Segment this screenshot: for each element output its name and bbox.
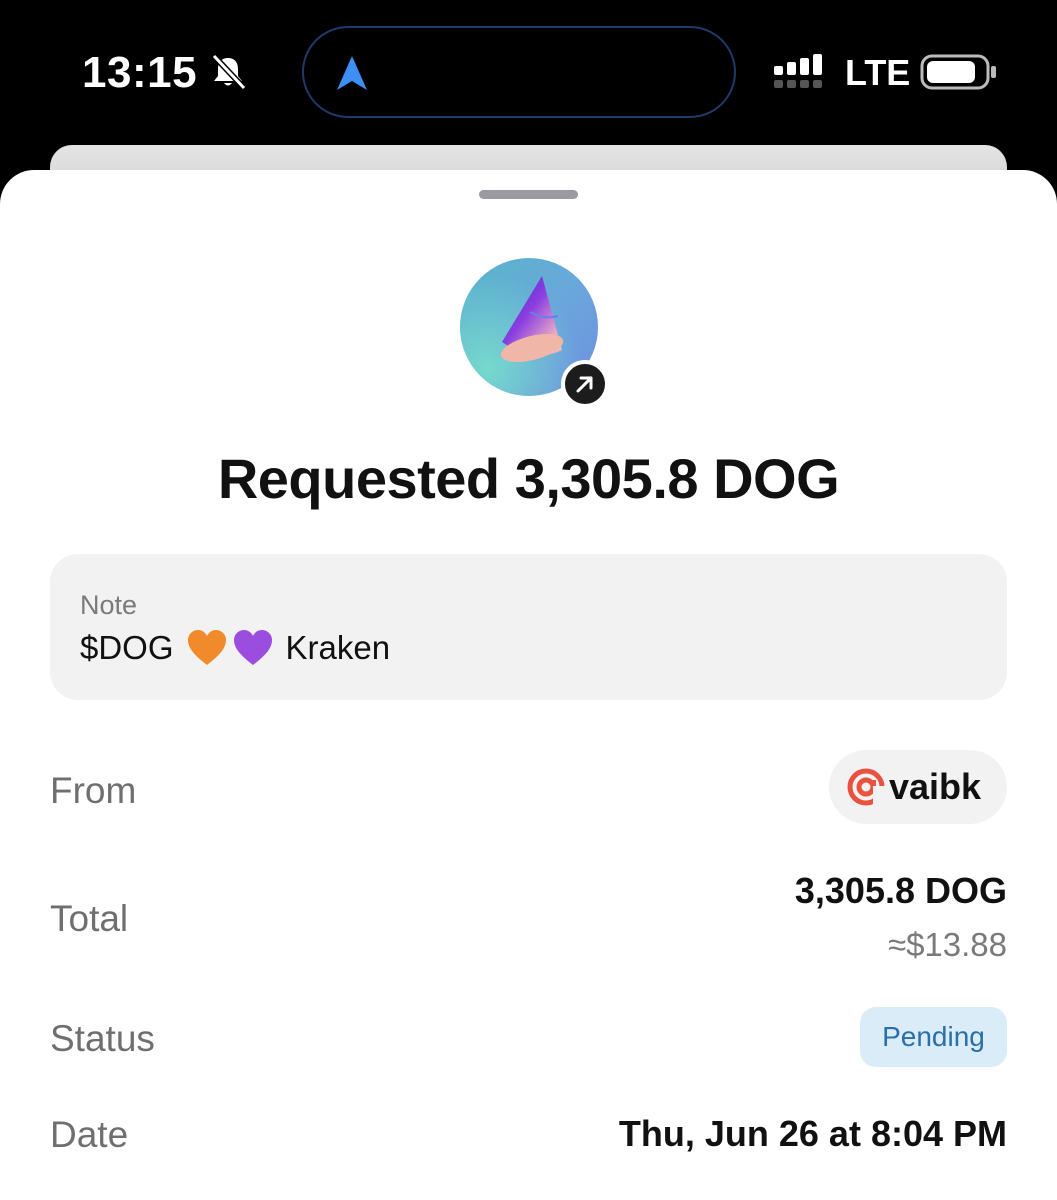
note-text: $DOG Kraken [80, 628, 390, 668]
status-badge: Pending [860, 1007, 1007, 1067]
from-user-pill[interactable]: vaibk [829, 750, 1007, 824]
status-badge-text: Pending [882, 1021, 985, 1052]
cellular-signal-icon [774, 54, 822, 88]
purple-heart-icon [233, 630, 272, 665]
status-label: Status [50, 1018, 155, 1059]
network-type: LTE [845, 52, 911, 93]
transaction-detail-sheet: Requested 3,305.8 DOG Note $DOG Kraken F… [0, 170, 1057, 1200]
status-time: 13:15 [82, 48, 198, 97]
total-fiat-value: ≈$13.88 [887, 926, 1007, 963]
bell-slash-icon [211, 53, 247, 91]
party-cone-icon [500, 276, 564, 362]
total-label: Total [50, 898, 129, 939]
note-card: Note $DOG Kraken [50, 554, 1007, 700]
total-amount: 3,305.8 DOG [794, 870, 1007, 911]
note-text-prefix: $DOG [80, 629, 174, 666]
arrow-up-right-icon [576, 376, 593, 393]
date-label: Date [50, 1114, 129, 1155]
date-value: Thu, Jun 26 at 8:04 PM [618, 1113, 1007, 1154]
from-username: vaibk [889, 766, 982, 807]
transaction-title: Requested 3,305.8 DOG [217, 447, 840, 510]
note-text-suffix: Kraken [285, 629, 391, 666]
battery-icon [920, 54, 996, 90]
open-link-button[interactable] [561, 360, 609, 408]
sheet-grabber[interactable] [479, 190, 578, 199]
at-sign-icon [847, 768, 885, 806]
from-label: From [50, 770, 137, 811]
dynamic-island[interactable] [302, 26, 736, 118]
orange-heart-icon [187, 630, 226, 665]
note-label: Note [80, 590, 138, 620]
location-arrow-icon [337, 56, 367, 90]
status-bar: 13:15 LTE [0, 0, 1057, 150]
